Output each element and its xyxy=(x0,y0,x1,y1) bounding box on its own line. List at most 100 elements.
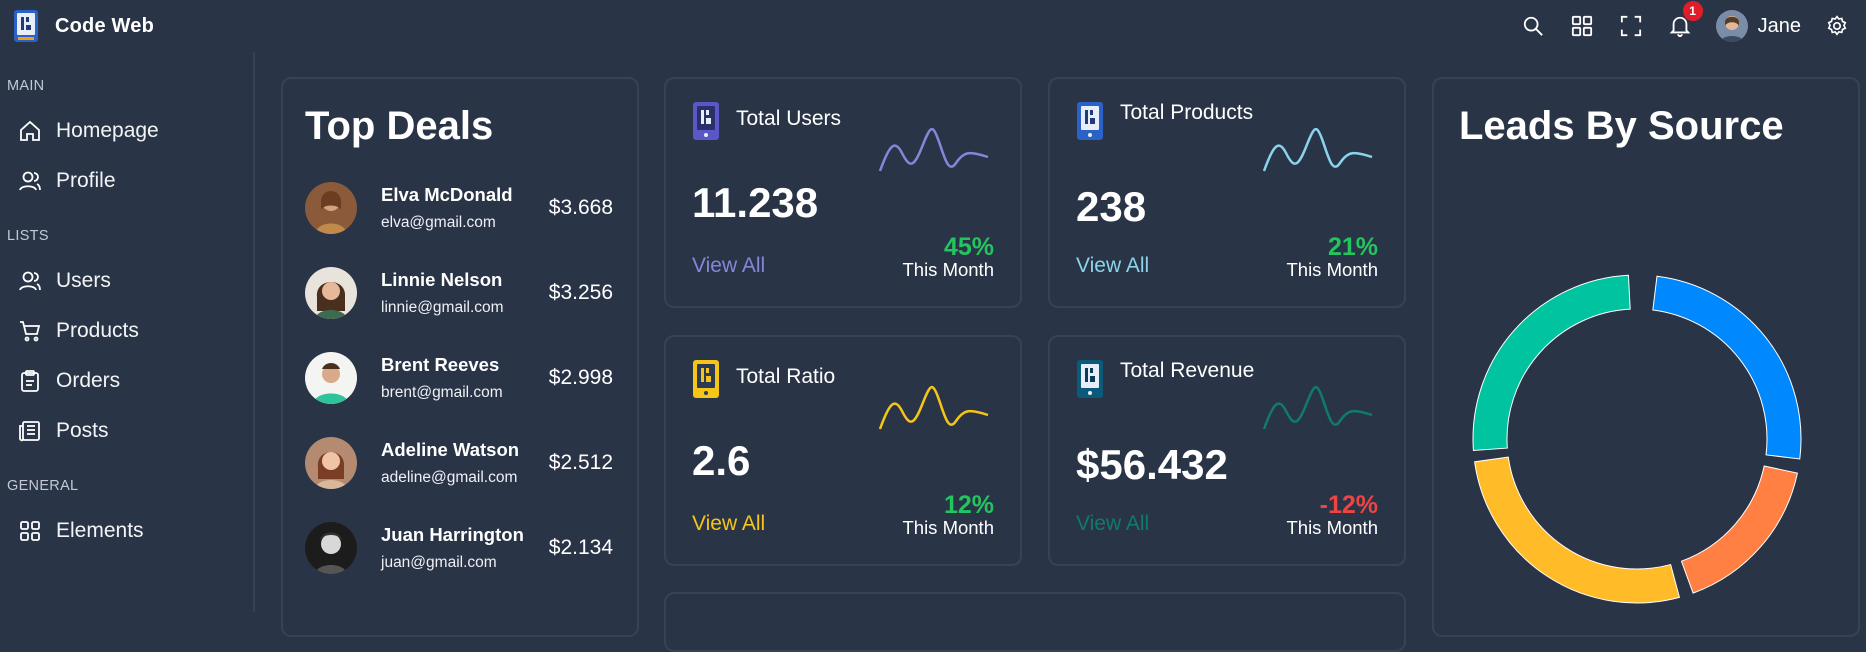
view-all-link[interactable]: View All xyxy=(1076,512,1149,536)
stat-period: This Month xyxy=(902,259,994,280)
list-item[interactable]: Linnie Nelson linnie@gmail.com $3.256 xyxy=(305,249,615,337)
deal-amount: $3.668 xyxy=(548,196,613,219)
view-all-link[interactable]: View All xyxy=(1076,254,1149,278)
donut-segments xyxy=(1472,274,1802,604)
stat-percent: 21% xyxy=(1327,233,1378,261)
logo-icon xyxy=(693,102,719,140)
brand[interactable]: Code Web xyxy=(12,9,154,43)
home-icon xyxy=(20,120,40,141)
card-title: Top Deals xyxy=(305,104,494,148)
deal-name: Adeline Watson xyxy=(381,439,520,460)
sidebar-item-label: Homepage xyxy=(56,119,159,142)
avatar xyxy=(305,352,357,404)
deal-name: Juan Harrington xyxy=(381,524,524,545)
deal-amount: $2.134 xyxy=(548,536,613,559)
stat-value: $56.432 xyxy=(1076,441,1228,488)
deal-amount: $2.998 xyxy=(548,366,613,389)
list-item[interactable]: Adeline Watson adeline@gmail.com $2.512 xyxy=(305,419,615,507)
stat-title: Total Ratio xyxy=(736,365,836,388)
sparkline-chart xyxy=(878,127,989,172)
donut-segment xyxy=(1474,456,1681,604)
deal-email: brent@gmail.com xyxy=(381,384,503,401)
sparkline-chart xyxy=(878,385,989,430)
avatar xyxy=(305,267,357,319)
stat-percent: -12% xyxy=(1319,491,1378,519)
deal-info: Linnie Nelson linnie@gmail.com xyxy=(381,269,549,317)
sidebar-section-main: MAIN Homepage Profile xyxy=(0,78,253,206)
list-item[interactable]: Brent Reeves brent@gmail.com $2.998 xyxy=(305,334,615,422)
sidebar-item-products[interactable]: Products xyxy=(0,306,253,356)
deal-amount: $3.256 xyxy=(548,281,613,304)
donut-segment xyxy=(1652,275,1802,460)
logo-icon xyxy=(1077,102,1103,140)
stat-period: This Month xyxy=(1286,259,1378,280)
list-item[interactable]: Elva McDonald elva@gmail.com $3.668 xyxy=(305,164,615,252)
sidebar-item-label: Orders xyxy=(56,369,121,392)
deal-info: Adeline Watson adeline@gmail.com xyxy=(381,439,549,487)
sidebar-item-elements[interactable]: Elements xyxy=(0,506,253,556)
stat-value: 2.6 xyxy=(692,437,751,484)
list-item[interactable]: Juan Harrington juan@gmail.com $2.134 xyxy=(305,504,615,592)
sidebar-item-label: Users xyxy=(56,269,111,292)
sidebar-item-profile[interactable]: Profile xyxy=(0,156,253,206)
donut-chart xyxy=(1472,274,1802,604)
deal-info: Elva McDonald elva@gmail.com xyxy=(381,184,549,232)
total-users-card: Total Users 11.238 View All 45% This Mon… xyxy=(664,77,1022,308)
user-icon xyxy=(19,171,41,191)
avatar xyxy=(305,437,357,489)
sidebar-item-users[interactable]: Users xyxy=(0,256,253,306)
deal-email: adeline@gmail.com xyxy=(381,469,518,486)
deal-email: elva@gmail.com xyxy=(381,214,496,231)
section-title: LISTS xyxy=(7,228,49,244)
view-all-link[interactable]: View All xyxy=(692,512,765,536)
user-icon xyxy=(19,271,41,291)
sidebar-item-orders[interactable]: Orders xyxy=(0,356,253,406)
top-deals-card: Top Deals Elva McDonald elva@gmail.com $… xyxy=(281,77,639,637)
stat-percent: 45% xyxy=(943,233,994,261)
donut-segment xyxy=(1472,274,1631,451)
sidebar-item-posts[interactable]: Posts xyxy=(0,406,253,456)
total-ratio-card: Total Ratio 2.6 View All 12% This Month xyxy=(664,335,1022,566)
deal-name: Brent Reeves xyxy=(381,354,500,375)
sidebar-section-lists: LISTS Users Products Orders Posts xyxy=(0,228,253,456)
sidebar-item-label: Posts xyxy=(56,419,109,442)
total-products-card: Total Products 238 View All 21% This Mon… xyxy=(1048,77,1406,308)
user-name: Jane xyxy=(1757,14,1801,37)
deal-amount: $2.512 xyxy=(548,451,613,474)
avatar xyxy=(305,522,357,574)
card-title: Leads By Source xyxy=(1459,104,1784,148)
deal-info: Juan Harrington juan@gmail.com xyxy=(381,524,549,572)
fullscreen-icon[interactable] xyxy=(1618,13,1644,39)
sidebar-item-label: Elements xyxy=(56,519,144,542)
stat-value: 238 xyxy=(1076,183,1147,230)
logo-icon xyxy=(14,10,38,42)
header-actions: 1 Jane xyxy=(1520,1,1854,42)
sidebar-section-general: GENERAL Elements xyxy=(0,478,253,556)
settings-icon[interactable] xyxy=(1824,13,1850,39)
cart-icon xyxy=(20,321,41,342)
leads-by-source-card: Leads By Source xyxy=(1432,77,1860,637)
logo-icon xyxy=(1077,360,1103,398)
app-title: Code Web xyxy=(55,14,155,37)
top-bar: Code Web 1 Jane xyxy=(0,0,1866,52)
sidebar: MAIN Homepage Profile LISTS Users Produc… xyxy=(0,52,255,612)
sidebar-item-label: Profile xyxy=(56,169,116,192)
grid-icon[interactable] xyxy=(1569,13,1595,39)
section-title: GENERAL xyxy=(7,478,79,494)
stat-title: Total Revenue xyxy=(1120,359,1255,382)
deal-name: Elva McDonald xyxy=(381,184,513,205)
elements-icon xyxy=(20,521,40,541)
stat-period: This Month xyxy=(1286,517,1378,538)
notification-badge: 1 xyxy=(1682,1,1703,21)
deal-name: Linnie Nelson xyxy=(381,269,503,290)
total-revenue-card: Total Revenue $56.432 View All -12% This… xyxy=(1048,335,1406,566)
search-icon[interactable] xyxy=(1520,13,1546,39)
bell-icon[interactable]: 1 xyxy=(1667,1,1703,39)
view-all-link[interactable]: View All xyxy=(692,254,765,278)
user-menu[interactable]: Jane xyxy=(1715,10,1801,42)
sparkline-chart xyxy=(1262,127,1373,172)
sidebar-item-homepage[interactable]: Homepage xyxy=(0,106,253,156)
deal-email: juan@gmail.com xyxy=(381,554,497,571)
stat-title: Total Products xyxy=(1120,101,1254,124)
stat-period: This Month xyxy=(902,517,994,538)
